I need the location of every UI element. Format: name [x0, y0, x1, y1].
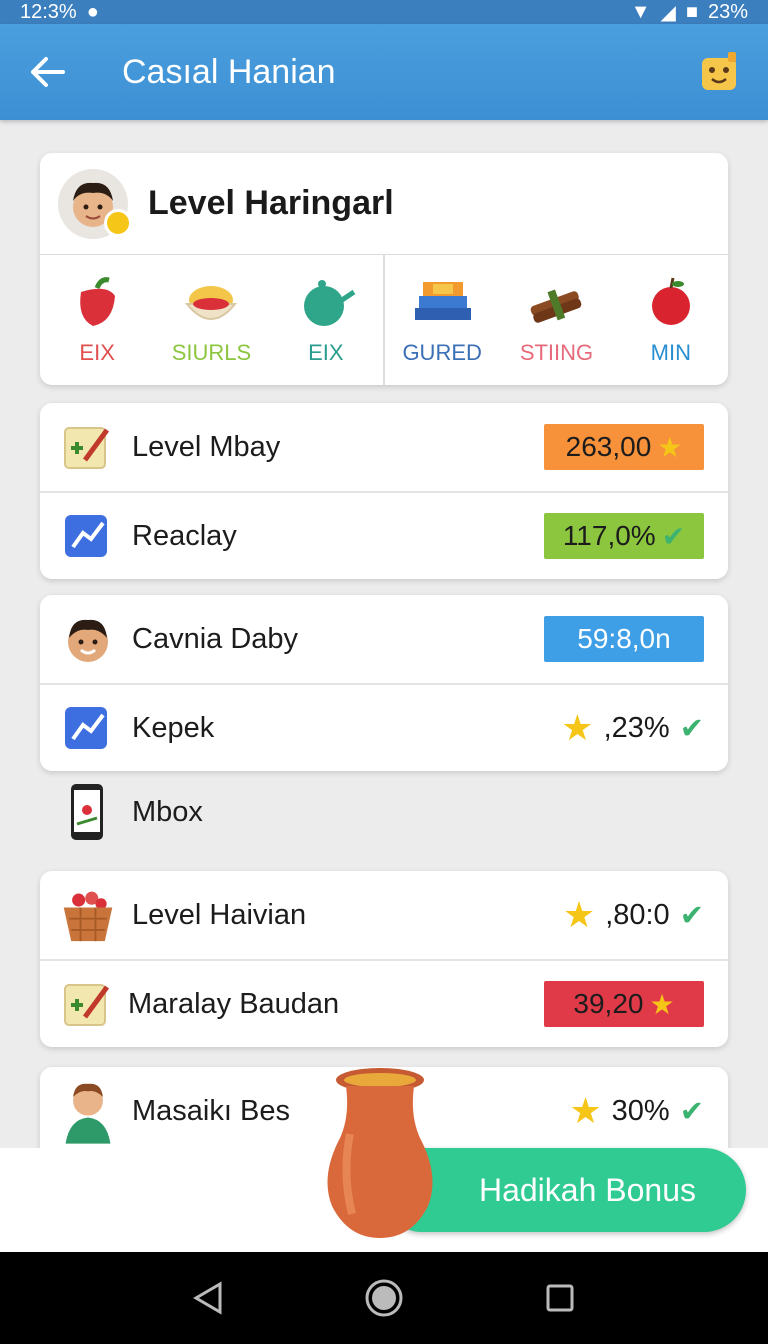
list-item[interactable]: Level Mbay 263,00 ★: [40, 403, 728, 491]
category-row: EIX SIURLS EIX GURED STIING MIN: [40, 255, 728, 385]
category-label: EIX: [79, 340, 115, 365]
row-label: Level Haivian: [132, 898, 307, 931]
category-group-left: EIX SIURLS EIX: [40, 255, 385, 385]
nav-back-button[interactable]: [178, 1268, 238, 1328]
battery-percent: 23%: [707, 0, 748, 23]
value-text: ,80:0: [605, 898, 670, 931]
task-icon: [60, 419, 116, 475]
circle-home-icon: [365, 1279, 403, 1317]
category-label: GURED: [402, 340, 482, 365]
level-title: Level Haringarl: [148, 184, 394, 222]
clay-pot-icon: [327, 1068, 433, 1238]
person-icon: [60, 611, 116, 667]
value-pill: 117,0% ✔: [544, 513, 704, 559]
star-icon: ★: [561, 707, 594, 748]
status-time: 12:3%: [20, 0, 77, 23]
mascot-icon: [702, 52, 736, 90]
chart-icon: [60, 700, 116, 756]
list-item[interactable]: Kepek ★ ,23% ✔: [40, 683, 728, 771]
row-label: Level Mbay: [132, 430, 281, 463]
books-icon: [415, 282, 472, 320]
category-cinnamon[interactable]: STIING: [499, 255, 613, 385]
list-item[interactable]: Cavnia Daby 59:8,0n: [40, 595, 728, 683]
bonus-button-label: Hadikah Bonus: [478, 1171, 696, 1208]
check-icon: ✔: [679, 712, 704, 745]
level-header: Level Haringarl: [40, 153, 728, 255]
value-text: ,23%: [603, 711, 670, 744]
category-label: SIURLS: [171, 340, 252, 365]
pepper-icon: [80, 277, 116, 326]
value-trail: ★ ,23% ✔: [561, 707, 704, 749]
app-bar: Casıal Hanian: [0, 24, 768, 120]
mbox-row[interactable]: Mbox: [40, 768, 728, 856]
basket-icon: [60, 887, 116, 943]
value-pill: 39,20 ★: [544, 981, 704, 1027]
category-group-right: GURED STIING MIN: [385, 255, 728, 385]
teapot-icon: [303, 280, 356, 326]
battery-icon: ■: [685, 0, 698, 23]
category-apple[interactable]: MIN: [614, 255, 728, 385]
square-recents-icon: [546, 1284, 574, 1312]
star-icon: ★: [657, 431, 683, 463]
stats-card-3: Level Haivian ★ ,80:0 ✔ Maralay Baudan 3…: [40, 871, 728, 1047]
check-icon: ✔: [661, 520, 686, 552]
back-button[interactable]: [18, 42, 78, 102]
triangle-back-icon: [193, 1281, 222, 1315]
category-books[interactable]: GURED: [385, 255, 499, 385]
category-bowl[interactable]: SIURLS: [154, 255, 268, 385]
value-text: 39,20: [573, 988, 644, 1019]
stats-card-2: Cavnia Daby 59:8,0n Kepek ★ ,23% ✔: [40, 595, 728, 771]
status-bar: 12:3% ● ▼ ◢ ■ 23%: [0, 0, 768, 24]
value-text: 117,0%: [562, 520, 656, 551]
value-trail: ★ 30% ✔: [569, 1090, 704, 1132]
category-teapot[interactable]: EIX: [269, 255, 383, 385]
row-label: Kepek: [132, 711, 215, 744]
list-item[interactable]: Maralay Baudan 39,20 ★: [40, 959, 728, 1047]
category-label: EIX: [308, 340, 344, 365]
value-pill: 59:8,0n: [544, 616, 704, 662]
mascot-button[interactable]: [692, 44, 748, 100]
value-text: 263,00: [565, 431, 652, 462]
value-text: 59:8,0n: [577, 623, 671, 654]
category-pepper[interactable]: EIX: [40, 255, 154, 385]
value-pill: 263,00 ★: [544, 424, 704, 470]
chart-icon: [60, 508, 116, 564]
row-label: Maralay Baudan: [128, 987, 340, 1020]
list-item[interactable]: Level Haivian ★ ,80:0 ✔: [40, 871, 728, 959]
notification-icon: ●: [86, 0, 99, 23]
phone-icon: [60, 784, 116, 840]
apple-icon: [651, 277, 690, 325]
check-icon: ✔: [679, 899, 704, 932]
star-icon: ★: [569, 1090, 602, 1131]
value-text: 30%: [611, 1094, 670, 1127]
page-title: Casıal Hanian: [122, 52, 336, 91]
row-label: Cavnia Daby: [132, 622, 299, 655]
row-label: Reaclay: [132, 519, 237, 552]
wifi-icon: ▼: [630, 0, 651, 23]
star-icon: ★: [562, 894, 596, 935]
cinnamon-icon: [531, 289, 582, 323]
back-arrow-icon: [31, 57, 65, 87]
row-label: Mbox: [132, 795, 203, 828]
star-icon: ★: [649, 988, 675, 1020]
stats-card-1: Level Mbay 263,00 ★ Reaclay 117,0% ✔: [40, 403, 728, 579]
value-trail: ★ ,80:0 ✔: [563, 894, 704, 936]
check-icon: ✔: [679, 1095, 704, 1128]
signal-icon: ◢: [660, 1, 676, 24]
level-card: Level Haringarl EIX SIURLS EIX GURED STI…: [40, 153, 728, 385]
nav-recents-button[interactable]: [530, 1268, 590, 1328]
bowl-icon: [185, 286, 238, 320]
system-nav-bar: [0, 1252, 768, 1344]
nav-home-button[interactable]: [354, 1268, 414, 1328]
person-icon: [60, 1083, 116, 1144]
list-item[interactable]: Reaclay 117,0% ✔: [40, 491, 728, 579]
level-badge-icon: [104, 208, 132, 237]
avatar: [58, 168, 132, 239]
category-label: STIING: [519, 340, 594, 365]
category-label: MIN: [650, 340, 691, 365]
task-icon: [60, 976, 116, 1032]
